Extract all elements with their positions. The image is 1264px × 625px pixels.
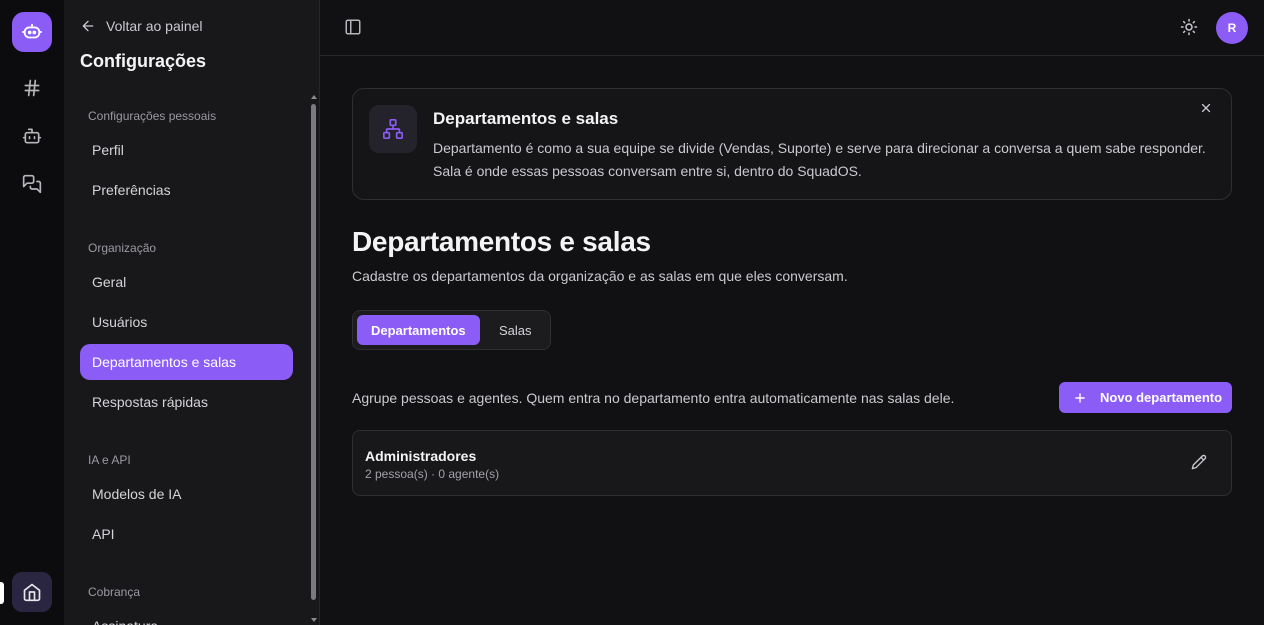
back-label: Voltar ao painel: [106, 18, 203, 34]
hash-icon[interactable]: [16, 72, 48, 104]
info-description: Departamento é como a sua equipe se divi…: [433, 140, 1206, 179]
back-to-dashboard-link[interactable]: Voltar ao painel: [80, 16, 203, 36]
plus-icon: [1075, 392, 1085, 403]
sun-icon: [1180, 18, 1198, 36]
group-label-ai-api: IA e API: [88, 453, 131, 467]
sidebar-item-respostas-rapidas[interactable]: Respostas rápidas: [80, 384, 293, 420]
avatar[interactable]: R: [1216, 12, 1248, 44]
chat-icon[interactable]: [16, 168, 48, 200]
toggle-sidebar-button[interactable]: [344, 18, 364, 38]
scrollbar-thumb[interactable]: [311, 104, 316, 600]
group-label-organization: Organização: [88, 241, 157, 255]
tab-departamentos[interactable]: Departamentos: [357, 315, 480, 345]
sidebar-item-departamentos[interactable]: Departamentos e salas: [80, 344, 293, 380]
info-banner: Departamentos e salas Departamento é com…: [352, 88, 1232, 200]
theme-toggle-button[interactable]: [1180, 18, 1200, 38]
scroll-down-icon[interactable]: [311, 618, 317, 622]
sidebar-item-preferencias[interactable]: Preferências: [80, 172, 293, 208]
page-title: Departamentos e salas: [352, 226, 651, 257]
department-meta: 2 pessoa(s) · 0 agente(s): [365, 467, 500, 481]
app-logo-icon[interactable]: [12, 12, 52, 52]
group-label-personal: Configurações pessoais: [88, 109, 217, 123]
icon-rail: [0, 0, 64, 625]
sidebar-item-modelos-ia[interactable]: Modelos de IA: [80, 476, 293, 512]
sidebar-item-geral[interactable]: Geral: [80, 264, 293, 300]
settings-sidebar: Voltar ao painel Configurações Configura…: [64, 0, 320, 625]
tab-list: Departamentos Salas: [352, 310, 551, 350]
home-button[interactable]: [12, 572, 52, 612]
active-indicator: [0, 582, 4, 604]
home-icon: [23, 583, 41, 602]
pencil-icon: [1191, 454, 1207, 470]
sidebar-item-perfil[interactable]: Perfil: [80, 132, 293, 168]
bot-icon[interactable]: [16, 120, 48, 152]
info-title: Departamentos e salas: [433, 109, 619, 128]
new-department-label: Novo departamento: [1100, 390, 1223, 405]
sidebar-title: Configurações: [80, 51, 207, 71]
department-name: Administradores: [365, 448, 477, 464]
sidebar-nav: Configurações pessoais Perfil Preferênci…: [64, 92, 308, 625]
panel-left-icon: [345, 19, 361, 35]
edit-department-button[interactable]: [1191, 454, 1209, 472]
group-label-billing: Cobrança: [88, 585, 141, 599]
list-description: Agrupe pessoas e agentes. Quem entra no …: [352, 390, 955, 406]
department-row[interactable]: Administradores 2 pessoa(s) · 0 agente(s…: [352, 430, 1232, 496]
scroll-up-icon[interactable]: [311, 95, 317, 99]
main-content: Departamentos e salas Departamento é com…: [320, 56, 1264, 625]
org-chart-icon: [369, 105, 417, 153]
close-icon[interactable]: [1199, 101, 1215, 117]
sidebar-item-assinatura[interactable]: Assinatura: [80, 608, 293, 625]
new-department-button[interactable]: Novo departamento: [1059, 382, 1232, 413]
sidebar-item-api[interactable]: API: [80, 516, 293, 552]
sidebar-scrollbar[interactable]: [310, 92, 318, 625]
sidebar-item-usuarios[interactable]: Usuários: [80, 304, 293, 340]
arrow-left-icon: [82, 20, 94, 32]
top-bar: R: [320, 0, 1264, 56]
tab-salas[interactable]: Salas: [485, 315, 546, 345]
page-subtitle: Cadastre os departamentos da organização…: [352, 268, 848, 284]
